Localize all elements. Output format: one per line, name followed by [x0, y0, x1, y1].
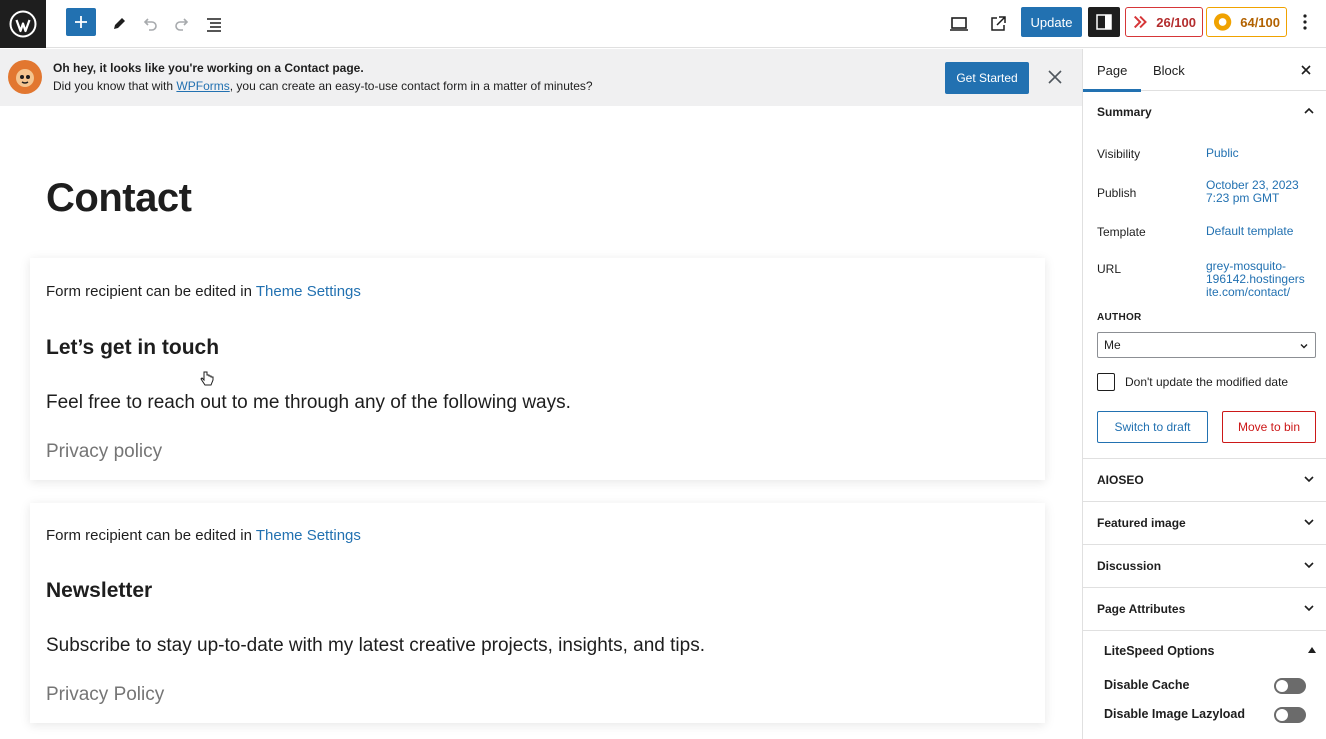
chevron-down-icon	[1300, 344, 1308, 349]
move-to-bin-button[interactable]: Move to bin	[1222, 411, 1316, 443]
wordpress-logo-button[interactable]	[0, 0, 46, 48]
chevron-down-icon	[1304, 562, 1314, 569]
visibility-value[interactable]: Public	[1206, 147, 1316, 160]
update-button[interactable]: Update	[1021, 7, 1082, 37]
notice-title: Oh hey, it looks like you're working on …	[53, 61, 364, 75]
block-heading: Let’s get in touch	[46, 336, 220, 359]
tools-button[interactable]	[103, 8, 135, 40]
discussion-panel-toggle[interactable]: Discussion	[1083, 545, 1326, 588]
recipient-note: Form recipient can be edited in Theme Se…	[46, 283, 361, 300]
tab-block[interactable]: Block	[1153, 49, 1185, 91]
recipient-note: Form recipient can be edited in Theme Se…	[46, 527, 361, 544]
chevron-down-icon	[1304, 519, 1314, 526]
close-icon	[1048, 70, 1062, 84]
get-started-button[interactable]: Get Started	[945, 62, 1029, 94]
dont-update-modified-date-checkbox[interactable]	[1097, 373, 1115, 391]
template-value[interactable]: Default template	[1206, 225, 1316, 238]
panel-title: AIOSEO	[1097, 473, 1144, 487]
aioseo-panel-toggle[interactable]: AIOSEO	[1083, 459, 1326, 502]
tab-page[interactable]: Page	[1083, 49, 1142, 92]
add-block-button[interactable]	[66, 8, 96, 36]
preview-button[interactable]	[943, 8, 975, 40]
privacy-policy-text: Privacy Policy	[46, 684, 165, 705]
aioseo-score-button[interactable]: 64/100	[1206, 7, 1287, 37]
editor-canvas: Contact Form recipient can be edited in …	[0, 106, 1082, 739]
featured-image-panel-toggle[interactable]: Featured image	[1083, 502, 1326, 545]
seo-score-value: 26/100	[1156, 14, 1196, 30]
newsletter-form-block[interactable]: Form recipient can be edited in Theme Se…	[30, 503, 1045, 723]
list-view-icon	[207, 18, 221, 32]
litespeed-title[interactable]: LiteSpeed Options	[1104, 644, 1214, 658]
redo-button[interactable]	[166, 8, 198, 40]
undo-icon	[143, 18, 157, 31]
dont-update-modified-date-label: Don't update the modified date	[1125, 375, 1289, 389]
desktop-icon	[950, 17, 968, 31]
sidebar-toggle-icon	[1096, 14, 1112, 30]
close-sidebar-button[interactable]	[1297, 61, 1315, 79]
view-page-button[interactable]	[982, 8, 1014, 40]
disable-lazyload-label: Disable Image Lazyload	[1104, 707, 1246, 721]
pencil-icon	[114, 18, 125, 29]
aioseo-score-value: 64/100	[1240, 14, 1280, 30]
chevron-down-icon	[1304, 476, 1314, 483]
plus-icon	[75, 16, 87, 28]
close-icon	[1301, 65, 1311, 75]
disable-lazyload-toggle[interactable]	[1274, 707, 1306, 723]
publish-date-value[interactable]: October 23, 2023 7:23 pm GMT	[1206, 179, 1316, 205]
options-menu-button[interactable]	[1296, 10, 1314, 34]
contact-form-block[interactable]: Form recipient can be edited in Theme Se…	[30, 258, 1045, 480]
visibility-label: Visibility	[1097, 147, 1141, 161]
author-select[interactable]: Me	[1097, 332, 1316, 358]
external-link-icon	[991, 16, 1006, 31]
wordpress-icon	[9, 10, 37, 38]
template-label: Template	[1097, 225, 1146, 239]
seo-score-icon	[1134, 15, 1147, 29]
block-heading: Newsletter	[46, 579, 153, 602]
seo-score-button[interactable]: 26/100	[1125, 7, 1203, 37]
document-overview-button[interactable]	[198, 8, 230, 40]
chevron-down-icon	[1304, 605, 1314, 612]
switch-to-draft-button[interactable]: Switch to draft	[1097, 411, 1208, 443]
page-title[interactable]: Contact	[46, 176, 192, 221]
disable-cache-toggle[interactable]	[1274, 678, 1306, 694]
settings-sidebar: Page Block Summary Visibility Public Pub…	[1082, 49, 1326, 739]
publish-label: Publish	[1097, 186, 1137, 200]
wpforms-notice: Oh hey, it looks like you're working on …	[0, 49, 1082, 106]
summary-panel-toggle[interactable]: Summary	[1083, 91, 1326, 133]
author-label: AUTHOR	[1097, 312, 1142, 323]
panel-title: Discussion	[1097, 559, 1162, 573]
author-selected-value: Me	[1104, 338, 1121, 352]
aioseo-icon	[1213, 13, 1232, 31]
url-value[interactable]: grey-mosquito- 196142.hostingers ite.com…	[1206, 260, 1316, 299]
collapse-triangle-icon[interactable]	[1308, 647, 1316, 653]
theme-settings-link[interactable]: Theme Settings	[256, 527, 361, 544]
redo-icon	[175, 18, 189, 31]
panel-title: Page Attributes	[1097, 602, 1186, 616]
litespeed-options-panel: LiteSpeed Options Disable Cache Disable …	[1083, 631, 1326, 739]
block-description: Subscribe to stay up-to-date with my lat…	[46, 635, 705, 656]
chevron-up-icon	[1304, 107, 1314, 114]
page-attributes-panel-toggle[interactable]: Page Attributes	[1083, 588, 1326, 631]
url-label: URL	[1097, 262, 1122, 276]
more-vertical-icon	[1303, 14, 1307, 30]
summary-title: Summary	[1097, 105, 1152, 119]
undo-button[interactable]	[134, 8, 166, 40]
dismiss-notice-button[interactable]	[1044, 66, 1066, 88]
wpforms-mascot-icon	[8, 60, 42, 94]
notice-text: Did you know that with WPForms, you can …	[53, 79, 593, 93]
sidebar-tabs: Page Block	[1083, 49, 1326, 92]
hand-cursor-icon	[200, 371, 214, 386]
settings-button[interactable]	[1088, 7, 1120, 37]
block-description: Feel free to reach out to me through any…	[46, 392, 571, 413]
disable-cache-label: Disable Cache	[1104, 678, 1190, 692]
privacy-policy-text: Privacy policy	[46, 441, 163, 462]
theme-settings-link[interactable]: Theme Settings	[256, 283, 361, 300]
panel-title: Featured image	[1097, 516, 1186, 530]
wpforms-link[interactable]: WPForms	[176, 79, 229, 93]
editor-toolbar: Update 26/100 64/100	[0, 0, 1326, 48]
